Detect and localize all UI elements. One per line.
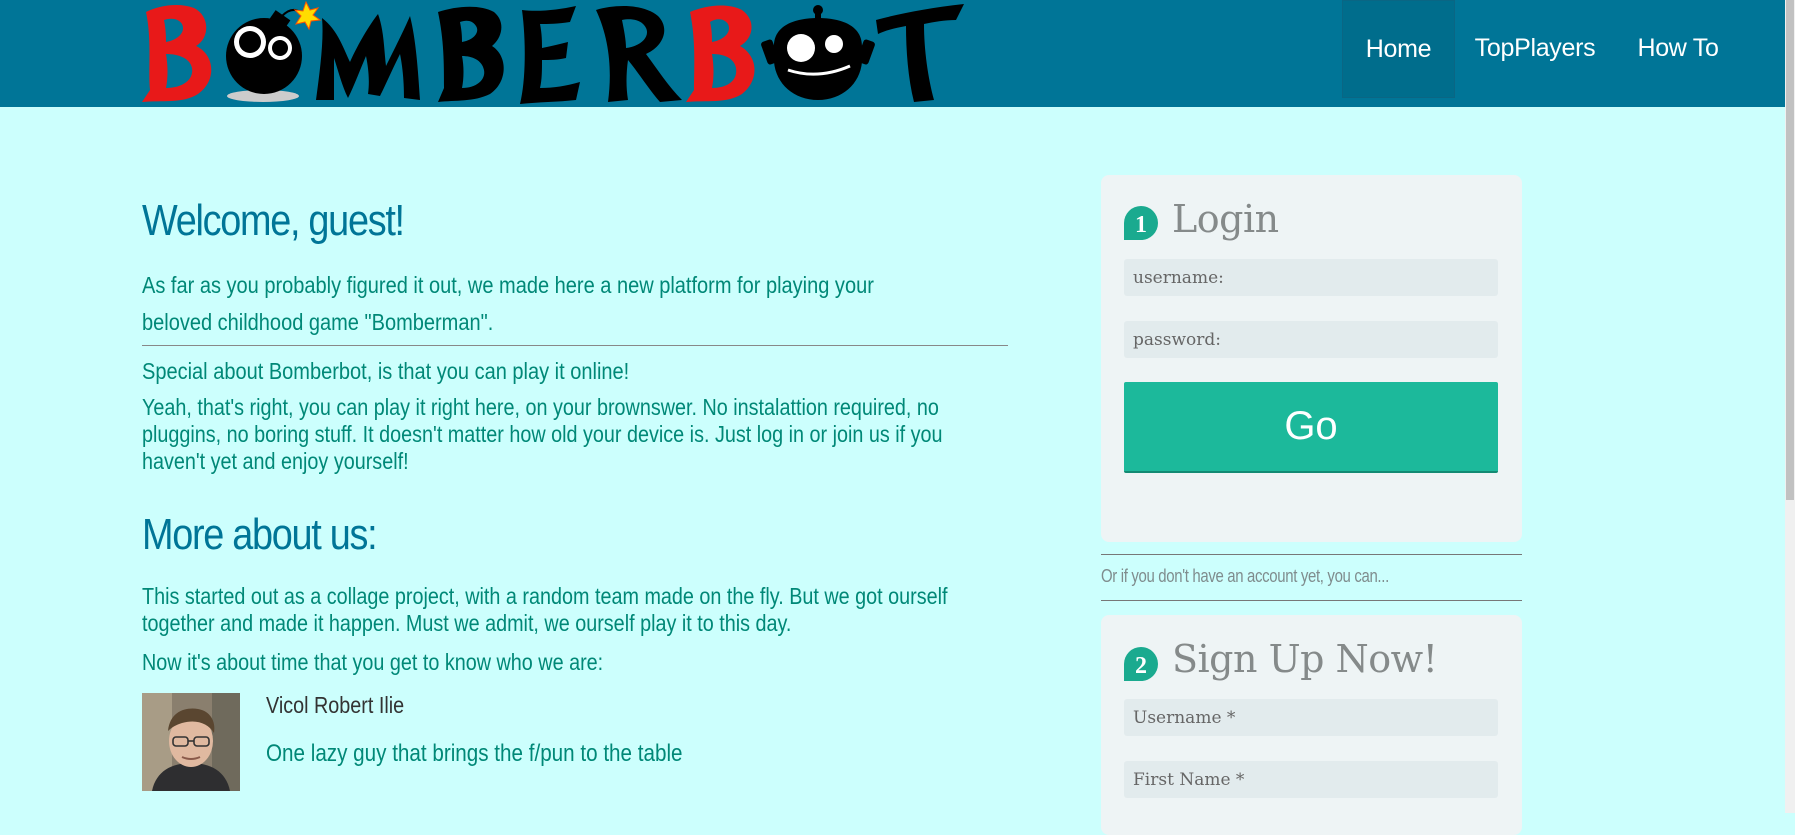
password-input[interactable]	[1124, 321, 1498, 358]
logo-letter-t	[876, 4, 964, 102]
intro-text: As far as you probably figured it out, w…	[142, 272, 874, 335]
signup-panel: 2 Sign Up Now!	[1101, 615, 1522, 835]
logo-letter-b	[142, 5, 212, 102]
page-scrollbar[interactable]	[1785, 0, 1795, 813]
go-button[interactable]: Go	[1124, 382, 1498, 473]
username-input[interactable]	[1124, 259, 1498, 296]
logo-letters-mber	[316, 6, 682, 104]
welcome-title: Welcome, guest!	[142, 196, 405, 245]
avatar	[142, 693, 240, 791]
bomb-icon	[226, 0, 322, 102]
about-title: More about us:	[142, 510, 378, 559]
or-divider-top	[1101, 554, 1522, 555]
step-one-badge: 1	[1124, 206, 1158, 240]
bomberbot-logo[interactable]	[138, 0, 968, 107]
content-divider	[142, 345, 1008, 346]
login-title: Login	[1172, 197, 1279, 241]
signup-title: Sign Up Now!	[1172, 637, 1438, 681]
robot-icon	[761, 5, 875, 100]
or-divider-bottom	[1101, 600, 1522, 601]
member-description: One lazy guy that brings the f/pun to th…	[266, 740, 683, 767]
site-header: Home TopPlayers How To	[0, 0, 1785, 107]
signup-prompt-text: Or if you don't have an account yet, you…	[1101, 566, 1389, 586]
nav-home[interactable]: Home	[1342, 0, 1455, 98]
signup-username-input[interactable]	[1124, 699, 1498, 736]
nav-howto[interactable]: How To	[1628, 0, 1728, 96]
team-intro-text: Now it's about time that you get to know…	[142, 649, 604, 675]
first-name-input[interactable]	[1124, 761, 1498, 798]
logo-letter-b-2	[686, 5, 755, 103]
scrollbar-thumb[interactable]	[1786, 0, 1794, 500]
step-two-badge: 2	[1124, 647, 1158, 681]
nav-topplayers[interactable]: TopPlayers	[1470, 0, 1600, 96]
details-text: Yeah, that's right, you can play it righ…	[142, 394, 943, 474]
login-panel: 1 Login Go	[1101, 175, 1522, 542]
member-name: Vicol Robert Ilie	[266, 692, 405, 718]
special-text: Special about Bomberbot, is that you can…	[142, 358, 630, 384]
about-text: This started out as a collage project, w…	[142, 583, 948, 636]
